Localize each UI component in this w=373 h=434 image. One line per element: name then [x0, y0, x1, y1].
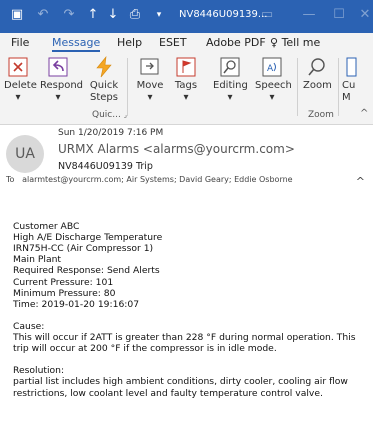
read-aloud-icon: A — [262, 57, 282, 77]
sent-date: Sun 1/20/2019 7:16 PM — [58, 128, 164, 138]
message-body: Customer ABC High A/E Discharge Temperat… — [13, 210, 363, 399]
body-line: IRN75H-CC (Air Compressor 1) — [13, 243, 154, 255]
body-line: Customer ABC — [13, 221, 80, 233]
svg-text:A: A — [267, 64, 274, 74]
quick-steps-button[interactable]: Quick Steps — [88, 54, 120, 110]
body-line: High A/E Discharge Temperature — [13, 232, 163, 244]
ribbon-tabs: File Message Help ESET Adobe PDF ♀ Tell … — [0, 33, 373, 54]
body-line: Time: 2019-01-20 19:16:07 — [13, 298, 140, 310]
maximize-icon[interactable]: ☐ — [330, 6, 348, 24]
editing-chevron-icon: ▾ — [227, 92, 233, 103]
quick-steps-label: Quick Steps — [89, 80, 119, 103]
redo-icon[interactable]: ↷ — [60, 6, 78, 24]
sender[interactable]: URMX Alarms <alarms@yourcrm.com> — [58, 142, 295, 156]
down-arrow-icon[interactable]: ↓ — [104, 6, 122, 24]
customize-icon — [346, 57, 357, 77]
ribbon-display-icon[interactable]: ▭ — [258, 6, 276, 24]
body-line: Minimum Pressure: 80 — [13, 287, 116, 299]
flag-icon — [176, 57, 196, 77]
tab-help[interactable]: Help — [117, 36, 142, 49]
ribbon: Delete ▾ Respond ▾ Quick Steps Move ▾ Ta… — [0, 54, 373, 125]
minimize-icon[interactable]: — — [300, 6, 318, 24]
body-line: Main Plant — [13, 254, 62, 266]
respond-chevron-icon: ▾ — [55, 92, 61, 103]
speech-label: Speech — [255, 80, 292, 91]
print-icon[interactable]: ⎙ — [126, 6, 144, 24]
tab-file[interactable]: File — [11, 36, 29, 49]
tags-chevron-icon: ▾ — [183, 92, 189, 103]
editing-button[interactable]: Editing ▾ — [213, 54, 248, 110]
recipient-list[interactable]: alarmtest@yourcrm.com; Air Systems; Davi… — [22, 175, 293, 184]
collapse-ribbon-icon[interactable]: ^ — [360, 108, 368, 119]
move-icon — [140, 58, 159, 75]
respond-button[interactable]: Respond ▾ — [40, 54, 84, 110]
message-header: UA Sun 1/20/2019 7:16 PM URMX Alarms <al… — [0, 125, 373, 210]
subject: NV8446U09139 Trip — [58, 161, 153, 172]
move-button[interactable]: Move ▾ — [135, 54, 165, 110]
tab-tell-me[interactable]: ♀ Tell me — [270, 36, 320, 49]
zoom-group-label: Zoom — [308, 110, 334, 120]
recipients: To alarmtest@yourcrm.com; Air Systems; D… — [6, 175, 293, 184]
resolution-text: partial list includes high ambient condi… — [13, 376, 348, 399]
body-line: Current Pressure: 101 — [13, 276, 114, 288]
to-label: To — [6, 175, 15, 184]
respond-label: Respond — [40, 80, 84, 91]
move-label: Move — [136, 80, 164, 91]
ribbon-separator — [338, 58, 339, 116]
lightning-icon — [96, 56, 112, 78]
delete-button[interactable]: Delete ▾ — [4, 54, 37, 110]
tab-eset[interactable]: ESET — [159, 36, 187, 49]
undo-icon[interactable]: ↶ — [34, 6, 52, 24]
speech-button[interactable]: A Speech ▾ — [255, 54, 292, 110]
tab-adobe-pdf[interactable]: Adobe PDF — [206, 36, 266, 49]
close-icon[interactable]: ✕ — [356, 6, 373, 24]
dialog-launcher-icon[interactable]: ⌟ — [124, 111, 127, 119]
quick-steps-group-label: Quic... ⌟ — [92, 110, 127, 120]
zoom-icon — [308, 58, 325, 76]
save-icon[interactable]: ▣ — [8, 6, 26, 24]
customize-toolbar-icon[interactable]: ▾ — [150, 6, 168, 24]
title-bar: ▣ ↶ ↷ ↑ ↓ ⎙ ▾ NV8446U09139... ▭ — ☐ ✕ — [0, 0, 373, 33]
collapse-header-icon[interactable]: ^ — [356, 175, 365, 188]
speech-chevron-icon: ▾ — [269, 92, 275, 103]
zoom-label: Zoom — [303, 80, 332, 91]
body-line: Required Response: Send Alerts — [13, 265, 160, 277]
search-icon — [220, 57, 240, 77]
tell-me-label: Tell me — [281, 36, 321, 49]
window-title: NV8446U09139... — [179, 9, 268, 20]
tab-message[interactable]: Message — [52, 36, 101, 52]
editing-label: Editing — [213, 80, 248, 91]
cause-text: This will occur if 2ATT is greater than … — [13, 332, 356, 355]
customize-label: Cu M — [342, 80, 356, 103]
ribbon-separator — [297, 58, 298, 116]
tags-button[interactable]: Tags ▾ — [172, 54, 200, 110]
delete-chevron-icon: ▾ — [15, 92, 21, 103]
delete-label: Delete — [4, 80, 37, 91]
lightbulb-icon: ♀ — [270, 36, 279, 49]
tags-label: Tags — [174, 80, 198, 91]
customize-button[interactable]: Cu M — [342, 54, 360, 110]
move-chevron-icon: ▾ — [147, 92, 153, 103]
up-arrow-icon[interactable]: ↑ — [84, 6, 102, 24]
resolution-label: Resolution: — [13, 365, 65, 377]
reply-icon — [48, 57, 68, 77]
delete-icon — [8, 57, 28, 77]
zoom-button[interactable]: Zoom — [303, 54, 332, 110]
ribbon-separator — [127, 58, 128, 116]
cause-label: Cause: — [13, 320, 45, 332]
avatar: UA — [6, 135, 44, 173]
